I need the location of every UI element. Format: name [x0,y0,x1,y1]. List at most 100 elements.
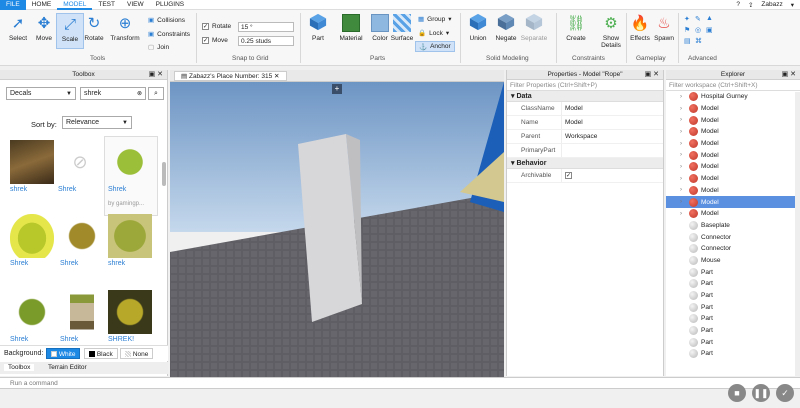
expand-icon[interactable]: + [332,84,342,94]
background-white-button[interactable]: White [46,348,81,359]
advanced-tool-icon[interactable]: ▤ [684,37,692,45]
advanced-tool-icon[interactable]: ▣ [706,26,714,34]
explorer-item[interactable]: Part [666,348,800,360]
sort-dropdown[interactable]: Relevance ▼ [62,116,132,129]
spawn-button[interactable]: ♨ Spawn [650,13,678,42]
show-details-button[interactable]: ⚙ Show Details [596,13,626,49]
background-black-button[interactable]: Black [84,348,118,359]
expand-arrow-icon[interactable]: › [680,106,686,112]
toolbox-item[interactable]: SHREK! [108,290,152,343]
scrollbar-thumb[interactable] [162,162,166,186]
explorer-item[interactable]: Part [666,266,800,278]
properties-filter-input[interactable]: Filter Properties (Ctrl+Shift+P) [507,80,663,91]
material-button[interactable]: Material [336,13,366,42]
rotate-snap-input[interactable]: 15 ° [238,22,294,32]
group-button[interactable]: ▦ Group ▾ [418,15,452,24]
property-row[interactable]: ClassName Model [507,102,663,116]
expand-arrow-icon[interactable]: › [680,129,686,135]
move-snap-input[interactable]: 0.25 studs [238,36,294,46]
explorer-item[interactable]: › Model [666,185,800,197]
advanced-tool-icon[interactable]: ✦ [684,15,692,23]
explorer-item[interactable]: Part [666,278,800,290]
toolbox-item[interactable]: Shrek [10,214,54,267]
explorer-item[interactable]: › Model [666,138,800,150]
expand-arrow-icon[interactable]: › [680,199,686,205]
toolbox-item[interactable]: Shrek [10,290,54,343]
search-button[interactable]: ⌕ [148,87,164,100]
expand-arrow-icon[interactable]: › [680,164,686,170]
explorer-item[interactable]: › Model [666,173,800,185]
chevron-down-icon[interactable]: ▾ [791,1,794,9]
part-button[interactable]: Part [304,13,332,42]
explorer-item[interactable]: › Hospital Gurney [666,91,800,103]
collisions-toggle[interactable]: ▣ Collisions [148,16,185,25]
close-icon[interactable]: ✕ [274,73,279,80]
clear-icon[interactable]: ⊗ [137,88,142,100]
menu-plugins[interactable]: PLUGINS [150,0,191,10]
menu-home[interactable]: HOME [26,0,58,10]
panel-close-icon[interactable]: ▣ ✕ [645,70,659,80]
check-icon[interactable]: ✓ [776,384,794,402]
archivable-checkbox[interactable]: ✓ [565,171,572,179]
negate-button[interactable]: Negate [492,13,520,42]
menu-model[interactable]: MODEL [57,0,93,10]
data-section-header[interactable]: ▾ Data [507,91,663,102]
stop-icon[interactable]: ■ [728,384,746,402]
user-name[interactable]: Zabazz [761,1,782,8]
category-dropdown[interactable]: Decals ▼ [6,87,76,100]
explorer-item[interactable]: Connector [666,231,800,243]
menu-file[interactable]: FILE [0,0,26,10]
property-row[interactable]: Parent Workspace [507,130,663,144]
toolbox-item[interactable]: ⊘ Shrek [58,140,102,194]
toolbox-search-input[interactable]: shrek ⊗ [80,87,146,100]
share-icon[interactable]: ⇪ [748,1,753,9]
anchor-button[interactable]: ⚓ Anchor [415,41,455,52]
explorer-filter-input[interactable]: Filter workspace (Ctrl+Shift+X) [666,80,800,91]
advanced-tool-icon[interactable]: ✎ [695,15,703,23]
property-row[interactable]: Name Model [507,116,663,130]
expand-arrow-icon[interactable]: › [680,117,686,123]
explorer-item[interactable]: › Model [666,161,800,173]
explorer-item[interactable]: Part [666,290,800,302]
tab-toolbox[interactable]: Toolbox [4,364,35,371]
move-tool-button[interactable]: ✥ Move [30,13,58,42]
behavior-section-header[interactable]: ▾ Behavior [507,158,663,169]
menu-view[interactable]: VIEW [121,0,150,10]
background-none-button[interactable]: None [120,348,154,359]
tab-place[interactable]: ▤ Zabazz's Place Number: 315 ✕ [174,71,287,81]
lock-button[interactable]: 🔒 Lock ▾ [418,29,449,38]
3d-viewport[interactable]: + [170,82,504,377]
tab-terrain-editor[interactable]: Terrain Editor [44,364,91,371]
explorer-item[interactable]: › Model [666,149,800,161]
toolbox-item-hovered[interactable]: Shrek by gamingp... [104,136,158,216]
explorer-item[interactable]: Mouse [666,255,800,267]
rotate-snap-toggle[interactable]: ✓ Rotate [202,23,231,30]
explorer-item[interactable]: › Model [666,208,800,220]
panel-close-icon[interactable]: ▣ ✕ [149,70,163,80]
explorer-item[interactable]: Connector [666,243,800,255]
union-button[interactable]: Union [464,13,492,42]
expand-arrow-icon[interactable]: › [680,94,686,100]
toolbox-item[interactable]: Shrek [60,290,104,343]
explorer-item[interactable]: Part [666,325,800,337]
panel-close-icon[interactable]: ▣ ✕ [782,70,796,80]
pause-icon[interactable]: ❚❚ [752,384,770,402]
expand-arrow-icon[interactable]: › [680,187,686,193]
advanced-tool-icon[interactable]: ⚑ [684,26,692,34]
toolbox-item[interactable]: shrek [108,214,152,267]
toolbox-item[interactable]: shrek [10,140,54,193]
advanced-tool-icon[interactable]: ⌘ [695,37,703,45]
rotate-tool-button[interactable]: ↻ Rotate [80,13,108,42]
expand-arrow-icon[interactable]: › [680,152,686,158]
explorer-item[interactable]: Part [666,313,800,325]
expand-arrow-icon[interactable]: › [680,211,686,217]
explorer-item[interactable]: Part [666,336,800,348]
help-icon[interactable]: ? [736,1,740,8]
scrollbar[interactable] [795,92,800,376]
menu-test[interactable]: TEST [92,0,121,10]
explorer-item[interactable]: › Model [666,114,800,126]
explorer-item[interactable]: Baseplate [666,220,800,232]
expand-arrow-icon[interactable]: › [680,176,686,182]
surface-button[interactable]: Surface [388,13,416,42]
constraints-toggle[interactable]: ▣ Constraints [148,30,190,39]
